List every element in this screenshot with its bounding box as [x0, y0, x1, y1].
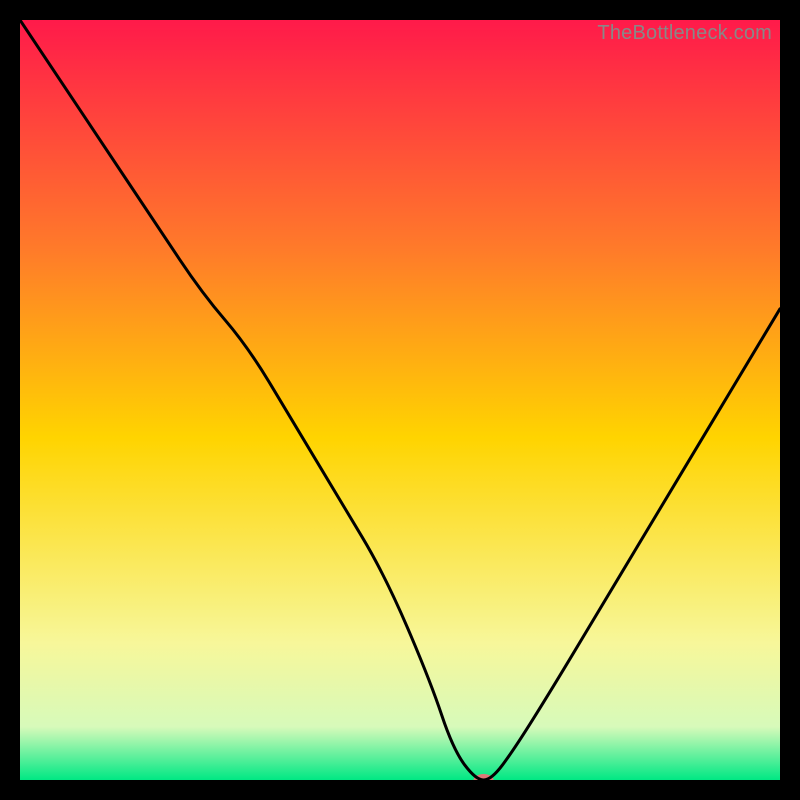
- bottleneck-chart: [20, 20, 780, 780]
- watermark-text: TheBottleneck.com: [597, 22, 772, 45]
- chart-frame: TheBottleneck.com: [20, 20, 780, 780]
- gradient-background: [20, 20, 780, 780]
